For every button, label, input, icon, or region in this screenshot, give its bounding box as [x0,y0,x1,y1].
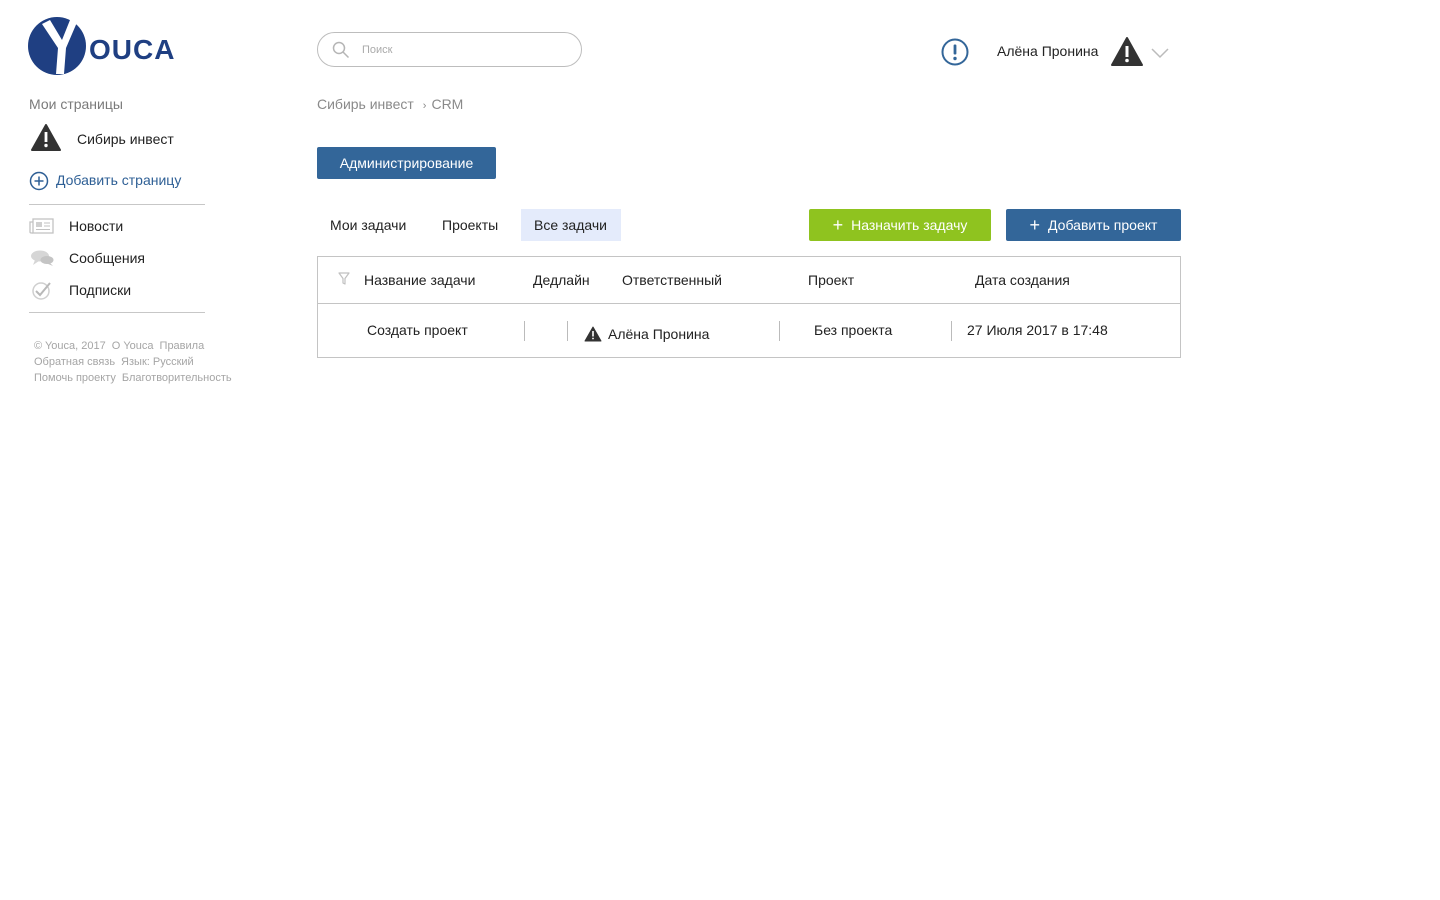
warning-triangle-icon [30,123,62,158]
logo-mark: OUCA [28,17,175,75]
plus-icon: + [1029,214,1041,235]
sidebar-item-news[interactable]: Новости [29,214,209,238]
cell-divider [779,321,780,341]
my-pages-heading: Мои страницы [29,96,123,112]
footer-link-charity[interactable]: Благотворительность [122,372,232,384]
sidebar-item-messages[interactable]: Сообщения [29,246,209,270]
sidebar-item-label: Сообщения [69,250,145,266]
sidebar-divider [29,312,205,313]
table-header: Название задачи Дедлайн Ответственный Пр… [318,257,1180,304]
exclamation-circle-icon[interactable] [940,37,970,67]
tab-my-tasks[interactable]: Мои задачи [317,209,419,241]
footer-copyright: © Youca, 2017 [34,340,106,352]
newspaper-icon [29,216,55,241]
task-name-cell[interactable]: Создать проект [367,322,468,338]
tab-all-tasks[interactable]: Все задачи [521,209,621,241]
add-page-label: Добавить страницу [56,172,182,188]
sidebar-page-item[interactable]: Сибирь инвест [29,123,219,155]
add-project-button[interactable]: + Добавить проект [1006,209,1181,241]
cell-divider [951,321,952,341]
breadcrumb-item[interactable]: Сибирь инвест [317,96,414,112]
footer-link-language[interactable]: Язык: Русский [121,356,194,368]
sidebar-page-label: Сибирь инвест [77,131,174,147]
user-name[interactable]: Алёна Пронина [997,43,1098,59]
footer-link-about[interactable]: О Youca [112,340,154,352]
plus-circle-icon [29,171,49,196]
column-header-task-name[interactable]: Название задачи [364,272,475,288]
column-header-responsible[interactable]: Ответственный [622,272,722,288]
search-icon [332,41,350,64]
chevron-down-icon[interactable] [1150,46,1170,60]
filter-icon[interactable] [338,272,350,291]
tasks-table: Название задачи Дедлайн Ответственный Пр… [317,256,1181,358]
administration-button[interactable]: Администрирование [317,147,496,179]
assign-task-button[interactable]: + Назначить задачу [809,209,991,241]
breadcrumb-separator: › [422,100,427,112]
search-box[interactable] [317,32,582,67]
sidebar-item-label: Подписки [69,282,132,298]
created-date-cell: 27 Июля 2017 в 17:48 [967,322,1108,338]
warning-triangle-icon[interactable] [1110,36,1144,68]
table-row[interactable]: Создать проект Алёна Пронина Без проекта… [318,305,1180,357]
sidebar-item-subscriptions[interactable]: Подписки [29,278,209,302]
sidebar-item-label: Новости [69,218,124,234]
tab-projects[interactable]: Проекты [429,209,511,241]
responsible-name: Алёна Пронина [608,326,710,342]
plus-icon: + [832,214,844,235]
cell-divider [567,321,568,341]
check-circle-icon [29,280,55,305]
assign-task-label: Назначить задачу [851,216,968,233]
chat-bubbles-icon [29,248,55,273]
breadcrumb: Сибирь инвест › CRM [317,96,463,112]
footer-link-help[interactable]: Помочь проекту [34,372,116,384]
warning-triangle-icon [584,326,602,345]
search-input[interactable] [362,41,562,59]
logo-text: OUCA [89,34,175,65]
project-cell[interactable]: Без проекта [814,322,892,338]
column-header-created-date[interactable]: Дата создания [975,272,1070,288]
footer-link-rules[interactable]: Правила [160,340,205,352]
footer-link-feedback[interactable]: Обратная связь [34,356,115,368]
breadcrumb-item[interactable]: CRM [431,96,463,112]
youca-logo[interactable]: OUCA [28,16,208,76]
sidebar-divider [29,204,205,205]
column-header-deadline[interactable]: Дедлайн [533,272,590,288]
add-project-label: Добавить проект [1048,216,1158,233]
cell-divider [524,321,525,341]
sidebar-footer: © Youca, 2017 О Youca Правила Обратная свя… [34,338,264,386]
column-header-project[interactable]: Проект [808,272,854,288]
